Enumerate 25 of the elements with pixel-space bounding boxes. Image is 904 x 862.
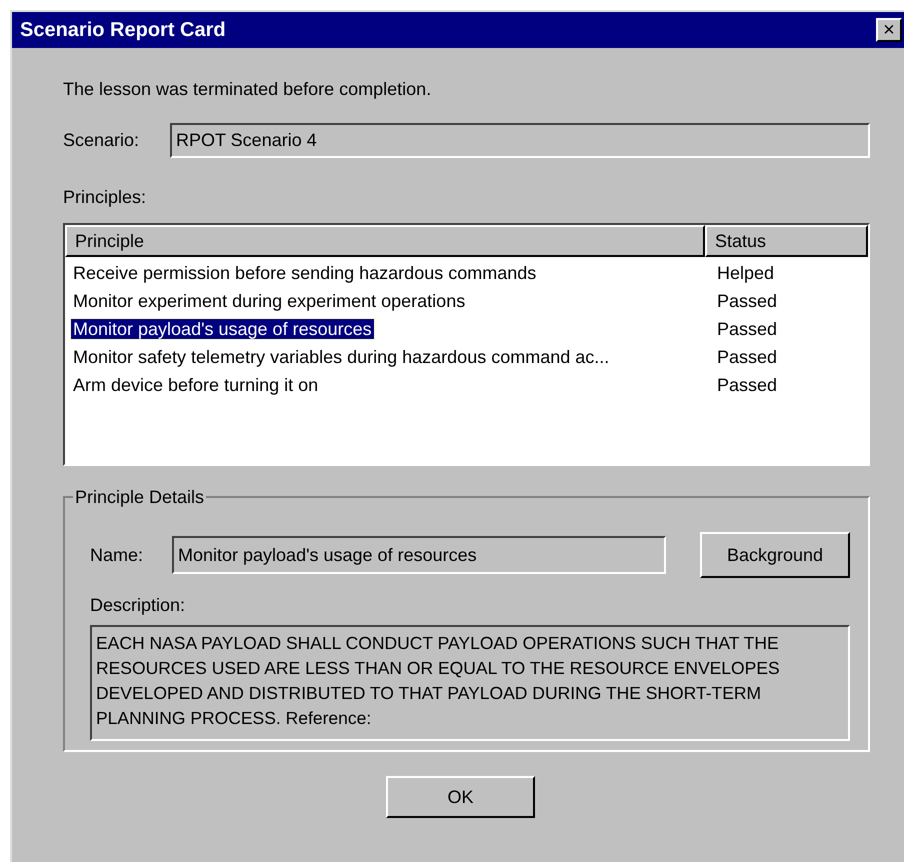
- principle-item[interactable]: Receive permission before sending hazardous commands: [71, 262, 538, 282]
- principle-item[interactable]: Arm device before turning it on: [71, 374, 320, 394]
- status-message: The lesson was terminated before completion.: [63, 79, 432, 99]
- principle-item[interactable]: Monitor experiment during experiment operations: [71, 290, 468, 310]
- ok-button[interactable]: OK: [386, 776, 535, 818]
- window-title: Scenario Report Card: [20, 18, 226, 43]
- description-label: Description:: [90, 595, 186, 615]
- column-header[interactable]: Status: [705, 225, 868, 257]
- name-label: Name:: [90, 544, 144, 566]
- principle-item[interactable]: Monitor safety telemetry variables during hazardous command ac...: [71, 346, 612, 366]
- principle-item[interactable]: Monitor payload's usage of resources: [71, 318, 374, 338]
- background-button[interactable]: Background: [700, 532, 850, 578]
- principles-label: Principles:: [63, 187, 146, 207]
- principles-list[interactable]: [63, 223, 870, 466]
- scenario-field: RPOT Scenario 4: [170, 123, 870, 158]
- status-cell-text: Passed: [716, 374, 778, 396]
- name-field: Monitor payload's usage of resources: [172, 536, 666, 574]
- close-button[interactable]: ×: [876, 18, 902, 42]
- status-cell-text: Helped: [716, 262, 774, 285]
- scenario-label: Scenario:: [63, 129, 140, 152]
- description-box: EACH NASA PAYLOAD SHALL CONDUCT PAYLOAD OPERATIONS SUCH THAT THE RESOURCES USED ARE LESS THAN OR EQUAL TO THE RESOURCE ENVELOPES DEVELOPED AND DISTRIBUTED TO THAT PAYLOAD DURING THE SHORT-TERM PLANNING PROCESS. Reference:: [90, 625, 850, 741]
- status-cell-text: Passed: [716, 290, 778, 312]
- status-cell-text: Passed: [716, 318, 778, 340]
- column-header[interactable]: Principle: [65, 225, 705, 257]
- status-cell-text: Passed: [716, 346, 778, 368]
